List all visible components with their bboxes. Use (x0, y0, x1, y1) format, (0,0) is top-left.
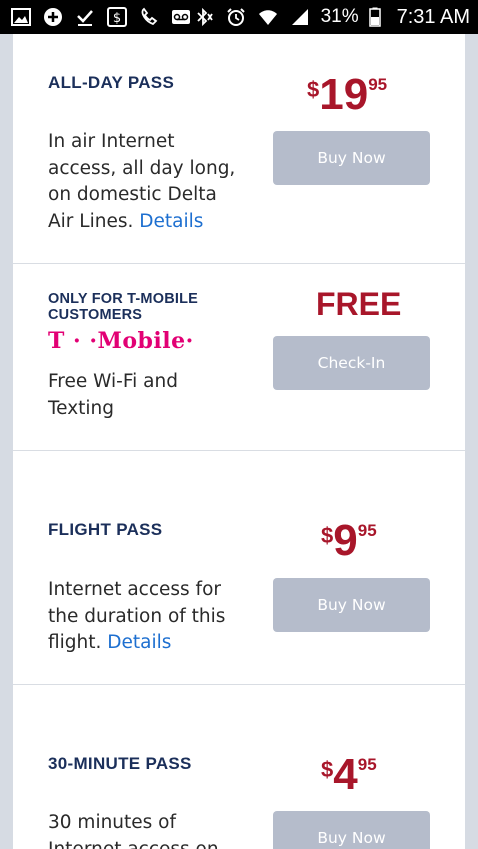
title-line-1: ONLY FOR T-MOBILE (48, 291, 199, 307)
pass-price: $1995 (307, 71, 387, 119)
price-currency: $ (321, 523, 334, 548)
check-in-button[interactable]: Check-In (273, 336, 430, 390)
price-dollars: 19 (319, 70, 369, 119)
details-link[interactable]: Details (107, 632, 171, 653)
price-dollars: 9 (333, 516, 358, 565)
pass-price: FREE (316, 286, 402, 322)
buy-now-button[interactable]: Buy Now (273, 811, 430, 849)
signal-icon (289, 6, 311, 28)
tmobile-pass-card: ONLY FOR T-MOBILE CUSTOMERS T · ·Mobile·… (13, 264, 465, 451)
all-day-pass-card: ALL-DAY PASS $1995 In air Internet acces… (13, 34, 465, 264)
bluetooth-mute-icon (193, 6, 215, 28)
buy-now-button[interactable]: Buy Now (273, 131, 430, 185)
pass-description: 30 minutes of Internet access on (48, 812, 219, 849)
system-icons: 31% 7:31 AM (193, 6, 470, 29)
price-currency: $ (321, 757, 334, 782)
price-dollars: 4 (333, 750, 358, 799)
svg-text:$: $ (113, 11, 121, 26)
pass-description: Free Wi-Fi and Texting (48, 371, 178, 419)
notification-icons: $ (10, 6, 192, 28)
pass-title: FLIGHT PASS (48, 520, 163, 539)
pass-list: ALL-DAY PASS $1995 In air Internet acces… (13, 34, 465, 849)
price-cents: 95 (357, 755, 377, 774)
alarm-icon (225, 6, 247, 28)
missed-call-icon (138, 6, 160, 28)
title-line-2: CUSTOMERS (48, 307, 143, 323)
dollar-icon: $ (106, 6, 128, 28)
price-cents: 95 (357, 521, 377, 540)
pass-description: Internet access for the duration of this… (48, 577, 238, 657)
pass-title: ONLY FOR T-MOBILE CUSTOMERS (48, 291, 198, 323)
flight-pass-card: FLIGHT PASS $995 Internet access for the… (13, 451, 465, 685)
pass-title: ALL-DAY PASS (48, 73, 175, 92)
price-cents: 95 (368, 75, 388, 94)
voicemail-icon (170, 6, 192, 28)
battery-percent: 31% (320, 6, 359, 27)
image-icon (10, 6, 32, 28)
pass-description: In air Internet access, all day long, on… (48, 129, 248, 235)
pass-price: $995 (321, 517, 377, 565)
wifi-icon (257, 6, 279, 28)
clock: 7:31 AM (396, 5, 470, 28)
check-icon (74, 6, 96, 28)
battery-icon (368, 6, 381, 28)
status-bar: $ 31% 7:31 AM (0, 0, 478, 34)
pass-title: 30-MINUTE PASS (48, 754, 192, 773)
pass-price: $495 (321, 751, 377, 799)
plus-icon (42, 6, 64, 28)
buy-now-button[interactable]: Buy Now (273, 578, 430, 632)
price-currency: $ (307, 77, 320, 102)
details-link[interactable]: Details (139, 211, 203, 232)
thirty-minute-pass-card: 30-MINUTE PASS $495 30 minutes of Intern… (13, 685, 465, 849)
tmobile-logo: T · ·Mobile· (48, 328, 194, 354)
